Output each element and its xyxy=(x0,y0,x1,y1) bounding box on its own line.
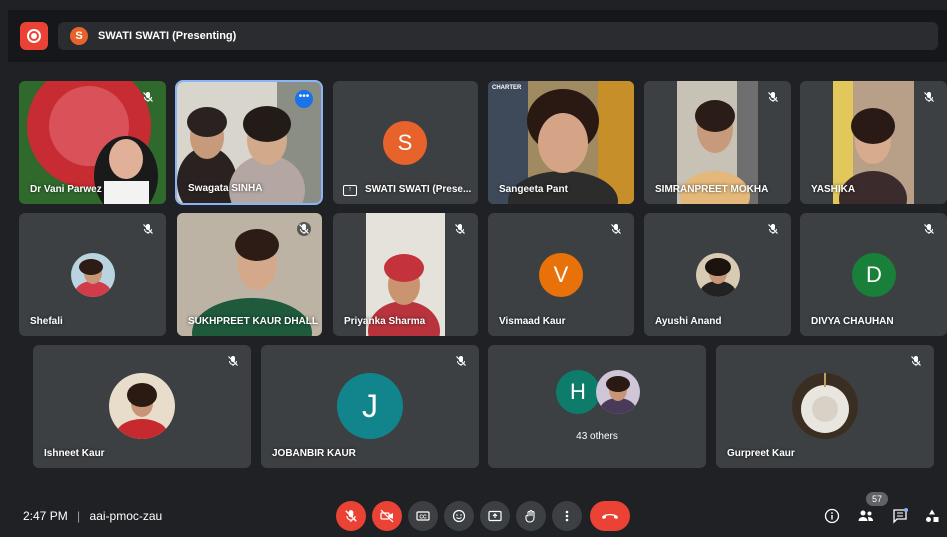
avatar: D xyxy=(852,253,896,297)
record-icon xyxy=(27,29,41,43)
mic-off-icon xyxy=(909,354,923,368)
avatar xyxy=(109,373,175,439)
participant-tile-priyanka[interactable]: Priyanka Sharma xyxy=(333,213,478,336)
participant-tile-swagata[interactable]: ••• Swagata SINHA xyxy=(175,80,323,205)
activities-icon xyxy=(926,509,939,522)
mic-off-icon xyxy=(454,354,468,368)
avatar: J xyxy=(337,373,403,439)
participant-tile-shefali[interactable]: Shefali xyxy=(19,213,166,336)
meeting-info: 2:47 PM | aai-pmoc-zau xyxy=(23,509,162,523)
participant-tile-sangeeta[interactable]: CHARTER Sangeeta Pant xyxy=(488,81,634,204)
mic-off-icon xyxy=(453,222,467,236)
emoji-icon xyxy=(452,509,466,523)
camera-off-icon xyxy=(380,509,394,523)
chat-icon xyxy=(893,508,908,524)
participant-tile-simranpreet[interactable]: SIMRANPREET MOKHA xyxy=(644,81,791,204)
participant-name: YASHIKA xyxy=(811,184,856,195)
avatar-letter: D xyxy=(866,262,882,287)
mic-off-icon xyxy=(922,222,936,236)
avatar: V xyxy=(539,253,583,297)
avatar-letter: V xyxy=(553,262,569,287)
mic-off-icon xyxy=(141,222,155,236)
participant-tile-yashika[interactable]: YASHIKA xyxy=(800,81,947,204)
bottom-bar: 2:47 PM | aai-pmoc-zau CC 57 xyxy=(0,492,947,537)
present-screen-icon xyxy=(488,510,502,522)
participant-tile-vani[interactable]: Dr Vani Parwez xyxy=(19,81,166,204)
participant-name: Ayushi Anand xyxy=(655,316,722,327)
svg-text:CC: CC xyxy=(419,515,427,521)
avatar xyxy=(792,373,858,439)
meeting-code: aai-pmoc-zau xyxy=(89,509,163,523)
mic-off-icon xyxy=(922,90,936,104)
participant-name: Shefali xyxy=(30,316,63,327)
avatar-letter: H xyxy=(570,379,586,404)
mic-off-icon xyxy=(345,510,357,522)
avatar xyxy=(71,253,115,297)
participant-name: Gurpreet Kaur xyxy=(727,448,795,459)
present-now-button[interactable] xyxy=(480,501,510,531)
participant-name: JOBANBIR KAUR xyxy=(272,448,356,459)
participants-button[interactable] xyxy=(856,506,876,526)
top-bar: S SWATI SWATI (Presenting) xyxy=(8,10,947,62)
presenter-avatar: S xyxy=(70,27,88,45)
participant-tile-jobanbir[interactable]: J JOBANBIR KAUR xyxy=(261,345,479,468)
participant-tile-others[interactable]: H 43 others xyxy=(488,345,706,468)
avatar-letter: S xyxy=(397,130,413,155)
presentation-banner[interactable]: S SWATI SWATI (Presenting) xyxy=(58,22,938,50)
participant-tile-swati[interactable]: S ↑ SWATI SWATI (Prese... xyxy=(333,81,478,204)
camera-toggle-button[interactable] xyxy=(372,501,402,531)
leave-call-button[interactable] xyxy=(590,501,630,531)
meeting-details-button[interactable] xyxy=(822,506,842,526)
participant-name: SWATI SWATI (Prese... xyxy=(365,184,472,195)
mic-off-icon xyxy=(766,222,780,236)
participant-tile-ayushi[interactable]: Ayushi Anand xyxy=(644,213,791,336)
mic-off-icon xyxy=(226,354,240,368)
avatar xyxy=(596,370,640,414)
participant-tile-vismaad[interactable]: V Vismaad Kaur xyxy=(488,213,634,336)
mic-off-icon xyxy=(141,90,155,104)
mic-off-icon xyxy=(609,222,623,236)
avatar xyxy=(696,253,740,297)
participant-name: Swagata SINHA xyxy=(188,183,263,194)
more-options-icon[interactable]: ••• xyxy=(295,90,313,108)
chat-button[interactable] xyxy=(890,506,910,526)
avatar: H xyxy=(556,370,600,414)
more-vert-icon xyxy=(565,510,569,522)
participant-name: Sangeeta Pant xyxy=(499,184,568,195)
mic-toggle-button[interactable] xyxy=(336,501,366,531)
poster-text: CHARTER xyxy=(492,85,522,91)
avatar: S xyxy=(383,121,427,165)
clock-time: 2:47 PM xyxy=(23,509,68,523)
captions-icon: CC xyxy=(416,511,430,521)
mic-off-icon xyxy=(766,90,780,104)
participant-tile-gurpreet[interactable]: Gurpreet Kaur xyxy=(716,345,934,468)
participant-name: SIMRANPREET MOKHA xyxy=(655,184,769,195)
participant-name: DIVYA CHAUHAN xyxy=(811,316,894,327)
presenting-icon: ↑ xyxy=(343,185,357,196)
avatar-letter: J xyxy=(362,387,378,424)
participant-name: Dr Vani Parwez xyxy=(30,184,102,195)
participant-name: Ishneet Kaur xyxy=(44,448,105,459)
raise-hand-button[interactable] xyxy=(516,501,546,531)
participants-count-badge: 57 xyxy=(866,492,888,506)
info-icon xyxy=(824,508,840,524)
emoji-reactions-button[interactable] xyxy=(444,501,474,531)
activities-button[interactable] xyxy=(922,506,942,526)
participant-tile-ishneet[interactable]: Ishneet Kaur xyxy=(33,345,251,468)
presenting-label: SWATI SWATI (Presenting) xyxy=(98,30,237,42)
participant-tile-divya[interactable]: D DIVYA CHAUHAN xyxy=(800,213,947,336)
people-icon xyxy=(858,510,873,521)
mic-off-icon xyxy=(297,222,311,236)
participant-name: Vismaad Kaur xyxy=(499,316,566,327)
recording-button[interactable] xyxy=(20,22,48,50)
more-options-button[interactable] xyxy=(552,501,582,531)
participant-name: SUKHPREET KAUR DHALL xyxy=(188,316,318,327)
others-count-label: 43 others xyxy=(576,431,618,442)
hang-up-icon xyxy=(602,514,618,519)
hand-icon xyxy=(525,509,535,523)
captions-button[interactable]: CC xyxy=(408,501,438,531)
separator: | xyxy=(77,509,81,523)
participant-name: Priyanka Sharma xyxy=(344,316,426,327)
participant-tile-sukhpreet[interactable]: SUKHPREET KAUR DHALL xyxy=(177,213,322,336)
